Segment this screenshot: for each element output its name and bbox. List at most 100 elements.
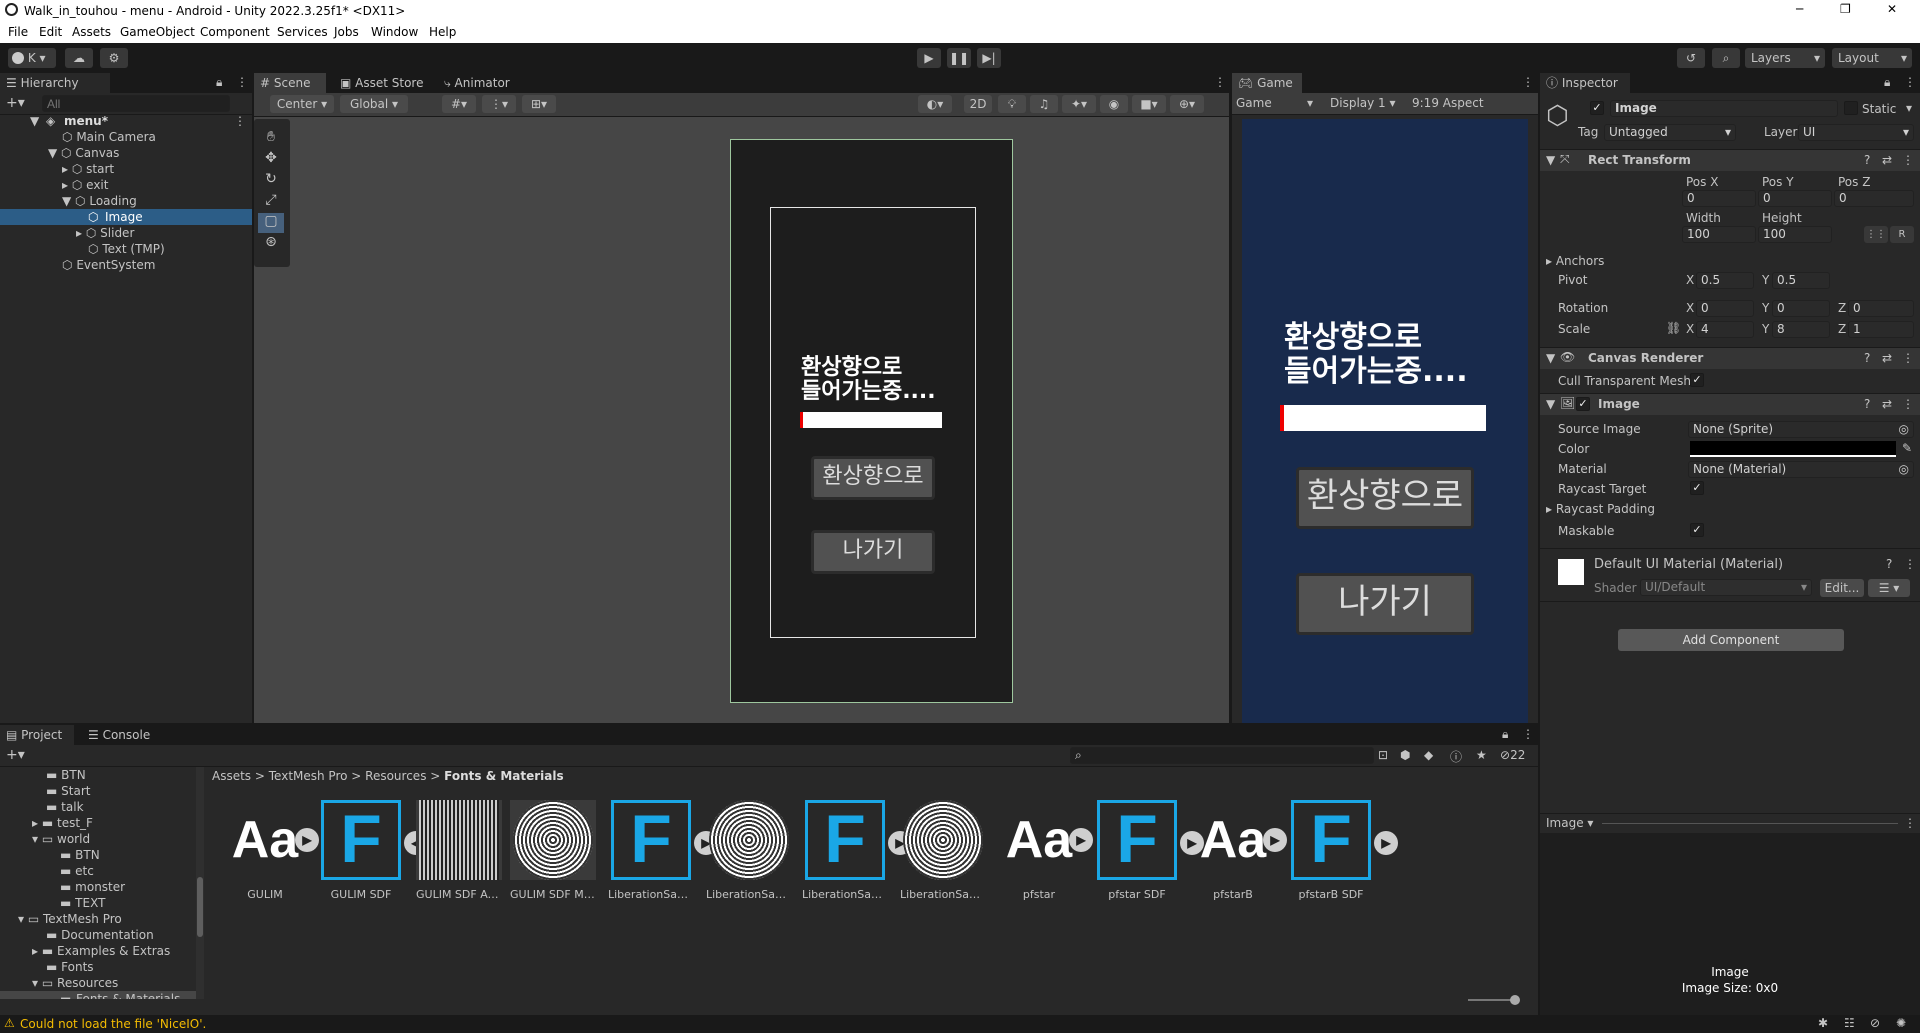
breadcrumb-item[interactable]: TextMesh Pro	[269, 769, 348, 783]
help-icon[interactable]: ?	[1864, 397, 1870, 411]
search-button[interactable]: ⌕	[1712, 48, 1740, 68]
canvas-renderer-header[interactable]: ▼ 👁︎ Canvas Renderer ? ⇄ ⋮	[1540, 347, 1920, 369]
scene-button-exit[interactable]: 나가기	[811, 530, 935, 574]
tab-inspector[interactable]: ⓘ Inspector	[1540, 73, 1630, 93]
more-icon[interactable]: ⋮	[1522, 727, 1534, 741]
asset-tile[interactable]: Aa ▶ pfstar	[996, 800, 1093, 901]
space-dropdown[interactable]: Global ▾	[340, 95, 408, 113]
more-icon[interactable]: ⋮	[1522, 75, 1534, 89]
game-slider[interactable]	[1280, 405, 1486, 431]
audio-button[interactable]: ♫	[1030, 95, 1058, 113]
cache-icon[interactable]: ☷	[1844, 1016, 1855, 1030]
history-button[interactable]: ↺	[1677, 48, 1705, 68]
folder-item[interactable]: ▬ Fonts	[46, 959, 94, 975]
more-icon[interactable]: ⋮	[1902, 397, 1914, 411]
scene-button-start[interactable]: 환상향으로	[811, 456, 935, 500]
raycast-padding-foldout[interactable]: ▸ Raycast Padding	[1546, 501, 1655, 517]
menu-assets[interactable]: Assets	[72, 25, 111, 39]
hand-tool-icon[interactable]: ✋︎	[258, 129, 284, 149]
label-icon[interactable]: ◆	[1424, 748, 1433, 762]
asset-tile[interactable]: GULIM SDF Atl...	[416, 800, 502, 901]
menu-help[interactable]: Help	[429, 25, 456, 39]
step-button[interactable]: ▶|	[977, 48, 1001, 68]
hierarchy-item-canvas[interactable]: ▼ ⬡ Canvas	[48, 145, 119, 161]
layout-dropdown[interactable]: Layout ▾	[1832, 48, 1912, 68]
scale-y-field[interactable]: 8	[1772, 321, 1830, 338]
eyedropper-icon[interactable]: ✎	[1902, 441, 1912, 455]
width-field[interactable]: 100	[1682, 226, 1756, 243]
hierarchy-search-input[interactable]	[42, 95, 230, 112]
scale-x-field[interactable]: 4	[1696, 321, 1754, 338]
project-search-input[interactable]: ⌕	[1070, 747, 1374, 764]
preset-icon[interactable]: ⇄	[1882, 397, 1892, 411]
source-image-field[interactable]: None (Sprite) ◎	[1688, 421, 1914, 438]
zoom-slider[interactable]	[1468, 995, 1520, 1005]
anchors-foldout[interactable]: ▸ Anchors	[1546, 253, 1604, 269]
cull-checkbox[interactable]: ✓	[1690, 373, 1704, 387]
menu-services[interactable]: Services	[277, 25, 328, 39]
collab-button[interactable]: ⚙	[100, 48, 128, 68]
collab-icon[interactable]: ⊘	[1870, 1016, 1880, 1030]
tree-scrollbar[interactable]	[196, 767, 204, 999]
active-checkbox[interactable]: ✓	[1590, 101, 1604, 115]
more-icon[interactable]: ⋮	[1904, 75, 1916, 89]
game-screen[interactable]: 환상향으로 들어가는중.... 환상향으로 나가기	[1242, 119, 1528, 723]
game-view-dropdown[interactable]: Game	[1236, 96, 1272, 110]
image-component-header[interactable]: ▼ 🖼︎ ✓ Image ? ⇄ ⋮	[1540, 393, 1920, 415]
favorite-icon[interactable]: ★	[1476, 748, 1487, 762]
more-icon[interactable]: ⋮	[1904, 557, 1916, 571]
pivot-dropdown[interactable]: Center ▾	[270, 95, 334, 113]
breadcrumb-item[interactable]: Assets	[212, 769, 251, 783]
search-by-type-icon[interactable]: ⊡	[1378, 748, 1388, 762]
play-button[interactable]: ▶	[917, 48, 941, 68]
height-field[interactable]: 100	[1758, 226, 1832, 243]
increment-snap-dropdown[interactable]: ⋮▾	[482, 95, 516, 113]
visibility-button[interactable]: ◉	[1100, 95, 1128, 113]
rotation-x-field[interactable]: 0	[1696, 300, 1754, 317]
asset-tile[interactable]: F ▶ pfstarB SDF	[1288, 800, 1398, 901]
tab-project[interactable]: ▤ Project	[0, 725, 74, 745]
create-button[interactable]: +▾	[6, 747, 25, 763]
hierarchy-item-text-tmp[interactable]: ⬡ Text (TMP)	[88, 241, 165, 257]
align-dropdown[interactable]: ⊞▾	[522, 95, 556, 113]
shader-dropdown[interactable]: UI/Default ▾	[1640, 579, 1812, 596]
folder-item[interactable]: ▬ Start	[46, 783, 91, 799]
folder-item[interactable]: ▸ ▬ Examples & Extras	[32, 943, 170, 959]
close-button[interactable]: ✕	[1887, 2, 1897, 16]
breadcrumb-item[interactable]: Resources	[365, 769, 426, 783]
minimize-button[interactable]: ─	[1796, 2, 1803, 16]
hierarchy-item-exit[interactable]: ▸ ⬡ exit	[62, 177, 108, 193]
maximize-button[interactable]: ❐	[1840, 2, 1851, 16]
asset-tile[interactable]: LiberationSans...	[900, 800, 986, 901]
asset-tile[interactable]: F ▶ pfstar SDF	[1094, 800, 1204, 901]
raw-edit-button[interactable]: R	[1890, 226, 1914, 243]
pos-y-field[interactable]: 0	[1758, 190, 1832, 207]
rotation-z-field[interactable]: 0	[1848, 300, 1914, 317]
menu-window[interactable]: Window	[371, 25, 418, 39]
search-by-label-icon[interactable]: ⬢	[1400, 748, 1410, 762]
camera-dropdown[interactable]: ■▾	[1132, 95, 1166, 113]
hierarchy-item-loading[interactable]: ▼ ⬡ Loading	[62, 193, 137, 209]
scale-z-field[interactable]: 1	[1848, 321, 1914, 338]
bug-icon[interactable]: ✱	[1818, 1016, 1828, 1030]
more-icon[interactable]: ⋮	[234, 113, 246, 129]
grid-snap-dropdown[interactable]: #▾	[442, 95, 476, 113]
more-icon[interactable]: ⋮	[1214, 75, 1226, 89]
display-dropdown[interactable]: Display 1 ▾	[1330, 96, 1396, 110]
breadcrumb-item[interactable]: Fonts & Materials	[444, 769, 564, 783]
aspect-dropdown[interactable]: 9:19 Aspect	[1412, 96, 1484, 110]
more-icon[interactable]: ⋮	[1904, 816, 1916, 830]
lock-icon[interactable]: 🔒︎	[1884, 75, 1890, 90]
preset-icon[interactable]: ⇄	[1882, 153, 1892, 167]
preview-dropdown[interactable]: Image ▾	[1546, 816, 1593, 830]
draw-mode-dropdown[interactable]: ◐▾	[918, 95, 952, 113]
layer-dropdown[interactable]: UI ▾	[1798, 124, 1914, 141]
folder-item[interactable]: ▬ TEXT	[60, 895, 105, 911]
menu-gameobject[interactable]: GameObject	[120, 25, 195, 39]
add-component-button[interactable]: Add Component	[1618, 629, 1844, 651]
raycast-target-checkbox[interactable]: ✓	[1690, 481, 1704, 495]
help-icon[interactable]: ?	[1886, 557, 1892, 571]
more-icon[interactable]: ⋮	[1902, 351, 1914, 365]
blueprint-button[interactable]: ⋮⋮	[1864, 226, 1888, 243]
toggle-2d-button[interactable]: 2D	[964, 95, 992, 113]
